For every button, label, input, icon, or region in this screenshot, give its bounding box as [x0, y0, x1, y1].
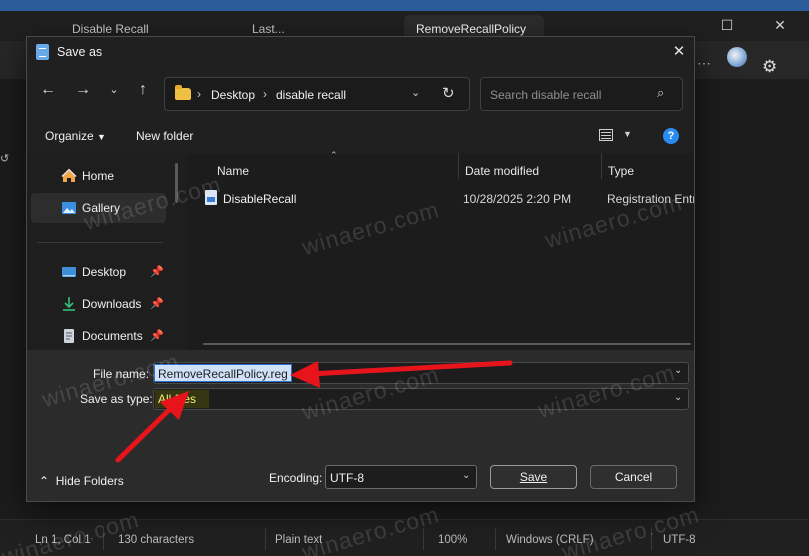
refresh-icon[interactable]: ↻	[442, 84, 455, 102]
nav-scrollbar[interactable]	[175, 163, 178, 203]
column-header-type[interactable]: Type	[608, 159, 634, 183]
file-date-modified: 10/28/2025 2:20 PM	[463, 192, 572, 206]
chevron-down-icon[interactable]: ⌄	[462, 470, 470, 481]
dialog-title: Save as	[57, 45, 103, 59]
status-separator	[495, 528, 496, 550]
pin-icon[interactable]: 📌	[150, 265, 164, 278]
column-header-name[interactable]: Name	[217, 159, 249, 183]
organize-button[interactable]: Organize ▼	[45, 129, 106, 143]
status-separator	[423, 528, 424, 550]
save-button-label: Save	[519, 470, 548, 484]
column-header-date-modified[interactable]: Date modified	[465, 159, 539, 183]
breadcrumb-disable-recall[interactable]: disable recall	[276, 88, 346, 102]
search-icon[interactable]: ⌕	[657, 85, 664, 101]
search-input[interactable]: Search disable recall ⌕	[480, 77, 683, 111]
maximize-icon[interactable]: ☐	[705, 11, 749, 41]
organize-label: Organize	[45, 129, 94, 143]
up-arrow-icon[interactable]: ↑	[132, 79, 154, 101]
nav-item-home[interactable]: Home	[31, 161, 166, 191]
encoding-value: UTF-8	[330, 471, 364, 485]
gallery-icon	[62, 202, 76, 214]
status-separator	[103, 528, 104, 550]
save-as-dialog: Save as ✕ ← → ⌄ ↑ › Desktop › disable re…	[26, 36, 695, 502]
chevron-down-icon[interactable]: ⌄	[411, 86, 420, 99]
horizontal-scrollbar[interactable]	[203, 343, 691, 345]
encoding-label: Encoding:	[269, 471, 323, 485]
status-separator	[265, 528, 266, 550]
more-options-icon[interactable]: ⋯	[697, 55, 711, 72]
back-arrow-icon[interactable]: ←	[37, 79, 59, 101]
nav-item-gallery[interactable]: Gallery	[31, 193, 166, 223]
file-name-value: RemoveRecallPolicy.reg	[154, 364, 292, 382]
nav-item-downloads[interactable]: Downloads 📌	[31, 289, 166, 319]
documents-icon	[64, 329, 74, 343]
hide-folders-label: Hide Folders	[55, 474, 124, 488]
dialog-titlebar: Save as ✕	[27, 37, 694, 67]
nav-item-label: Desktop	[82, 265, 127, 279]
help-icon[interactable]: ?	[663, 128, 679, 144]
file-row[interactable]: DisableRecall 10/28/2025 2:20 PM Registr…	[201, 188, 694, 210]
file-name: DisableRecall	[223, 192, 297, 206]
notepad-icon	[36, 44, 49, 60]
save-button[interactable]: Save	[490, 465, 577, 489]
hide-folders-button[interactable]: ⌃ Hide Folders	[39, 474, 124, 488]
account-avatar[interactable]	[727, 47, 747, 67]
column-separator[interactable]	[458, 153, 459, 179]
home-icon	[61, 168, 77, 182]
navigation-pane: Home Gallery Desktop 📌 Downloads 📌 Docum…	[27, 153, 187, 350]
status-position: Ln 1, Col 1	[35, 534, 91, 546]
nav-item-documents[interactable]: Documents 📌	[31, 321, 166, 351]
status-line-endings: Windows (CRLF)	[506, 534, 594, 546]
file-type: Registration Entries	[607, 192, 694, 206]
dropdown-arrow-icon: ▼	[97, 132, 106, 142]
file-list: ⌃ Name Date modified Type DisableRecall …	[187, 150, 694, 350]
sort-ascending-icon: ⌃	[330, 150, 338, 160]
close-icon[interactable]: ✕	[758, 11, 802, 41]
status-bar: Ln 1, Col 1 130 characters Plain text 10…	[0, 519, 809, 556]
registry-file-icon	[205, 190, 217, 205]
cancel-button[interactable]: Cancel	[590, 465, 677, 489]
nav-divider	[37, 242, 163, 243]
chevron-right-icon[interactable]: ›	[263, 87, 267, 101]
chevron-up-icon: ⌃	[39, 474, 50, 488]
view-options-icon[interactable]	[599, 129, 613, 141]
status-zoom: 100%	[438, 534, 468, 546]
nav-item-label: Gallery	[82, 201, 121, 215]
desktop-icon	[62, 267, 76, 277]
chevron-right-icon[interactable]: ›	[197, 87, 201, 101]
address-bar[interactable]: › Desktop › disable recall ⌄ ↻	[164, 77, 470, 111]
status-characters: 130 characters	[118, 534, 195, 546]
pin-icon[interactable]: 📌	[150, 297, 164, 310]
save-as-type-select[interactable]: All files ⌄	[153, 388, 689, 410]
forward-arrow-icon[interactable]: →	[72, 79, 94, 101]
encoding-select[interactable]: UTF-8 ⌄	[325, 465, 477, 489]
left-edge-glyph: ↺	[0, 153, 10, 165]
column-separator[interactable]	[601, 153, 602, 179]
chevron-down-icon[interactable]: ⌄	[674, 365, 682, 376]
status-separator	[651, 528, 652, 550]
nav-item-label: Home	[82, 169, 115, 183]
chevron-down-icon[interactable]: ⌄	[674, 392, 682, 403]
nav-item-label: Downloads	[82, 297, 142, 311]
nav-item-desktop[interactable]: Desktop 📌	[31, 257, 166, 287]
status-encoding: UTF-8	[663, 534, 696, 546]
pin-icon[interactable]: 📌	[150, 329, 164, 342]
save-form: File name: RemoveRecallPolicy.reg ⌄ Save…	[27, 350, 694, 501]
breadcrumb-desktop[interactable]: Desktop	[211, 88, 255, 102]
gear-icon[interactable]: ⚙	[762, 57, 777, 77]
search-placeholder: Search disable recall	[490, 88, 602, 102]
download-icon	[63, 297, 75, 311]
dropdown-arrow-icon[interactable]: ▼	[623, 129, 632, 139]
new-folder-button[interactable]: New folder	[136, 129, 193, 143]
close-icon[interactable]: ✕	[667, 41, 691, 63]
save-as-type-label: Save as type:	[80, 392, 153, 406]
file-name-label: File name:	[93, 367, 150, 381]
nav-item-label: Documents	[82, 329, 143, 343]
status-format: Plain text	[275, 534, 323, 546]
save-as-type-value: All files	[158, 392, 197, 406]
recent-locations-chevron-icon[interactable]: ⌄	[103, 79, 125, 101]
folder-icon	[175, 85, 191, 100]
file-name-field[interactable]: RemoveRecallPolicy.reg ⌄	[153, 362, 689, 384]
